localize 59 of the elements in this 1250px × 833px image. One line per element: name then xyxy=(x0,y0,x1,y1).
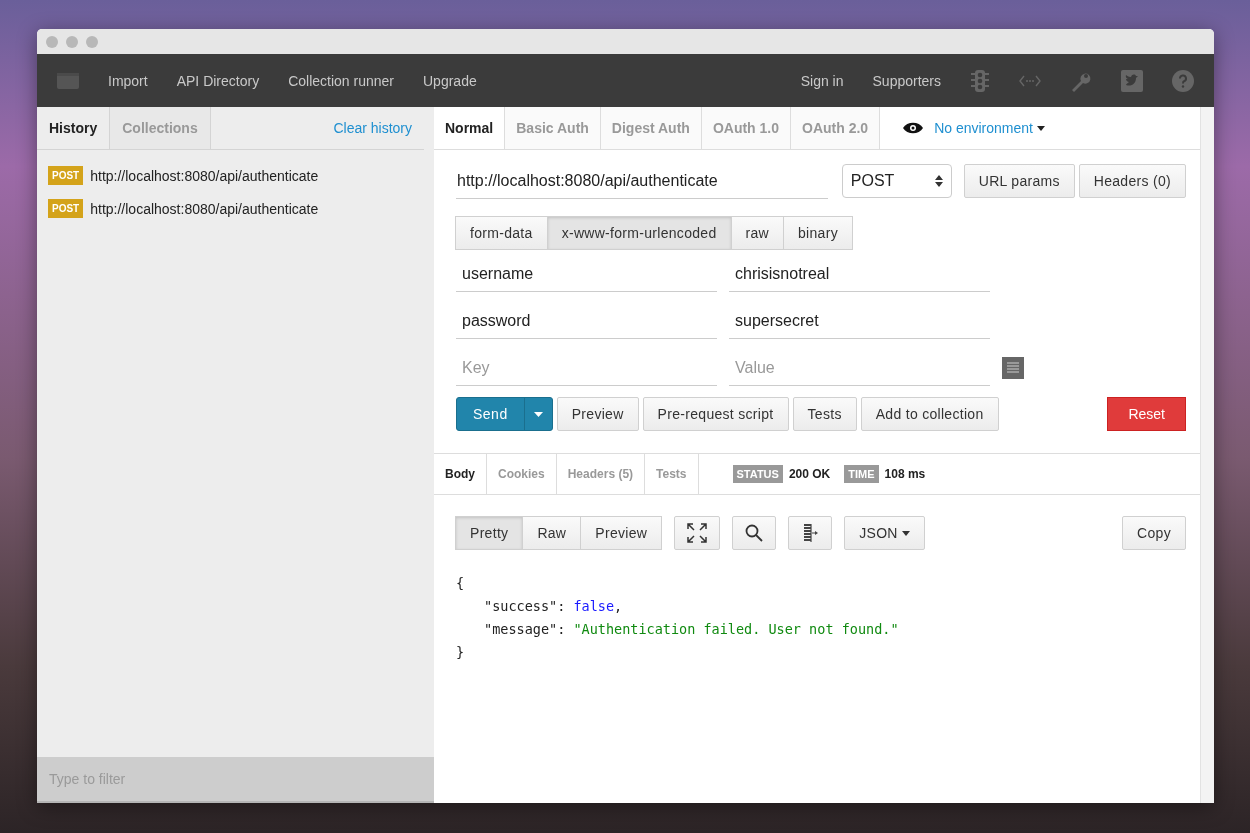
menu-item[interactable]: Collection runner xyxy=(288,72,394,89)
twitter-icon[interactable] xyxy=(1121,69,1143,92)
expand-icon xyxy=(687,523,708,543)
window-control[interactable] xyxy=(66,35,78,48)
body-type-tab[interactable]: x-www-form-urlencoded xyxy=(546,216,732,250)
request-button[interactable]: Headers (0) xyxy=(1078,164,1186,198)
wrap-lines-icon xyxy=(801,523,820,543)
help-icon[interactable] xyxy=(1172,69,1194,92)
eye-icon[interactable] xyxy=(902,121,925,135)
search-button[interactable] xyxy=(732,516,777,550)
status-label: STATUS xyxy=(732,465,783,483)
environment-dropdown[interactable]: No environment xyxy=(934,120,1045,136)
code-line: } xyxy=(456,643,466,662)
bulk-edit-icon[interactable] xyxy=(1002,357,1024,379)
time-value: 108 ms xyxy=(884,467,926,481)
history-item[interactable]: http://localhost:8080/api/authenticate xyxy=(90,167,319,184)
body-type-tab[interactable]: binary xyxy=(783,216,853,250)
caret-icon xyxy=(1036,125,1045,131)
menu-item[interactable]: Import xyxy=(108,72,148,89)
action-button[interactable]: Tests xyxy=(792,397,857,431)
body-type-tab[interactable]: raw xyxy=(730,216,784,250)
window-control[interactable] xyxy=(86,35,98,48)
action-button[interactable]: Add to collection xyxy=(860,397,999,431)
code-icon[interactable] xyxy=(1019,74,1041,87)
view-mode-tab[interactable]: Raw xyxy=(522,516,582,550)
caret-icon xyxy=(533,411,543,417)
code-line: { xyxy=(456,574,466,593)
response-tab[interactable]: Body xyxy=(434,454,487,494)
action-button[interactable]: Pre-request script xyxy=(642,397,789,431)
sidebar-toggle-icon[interactable] xyxy=(57,72,79,89)
menu-item[interactable]: Supporters xyxy=(872,72,941,89)
time-label: TIME xyxy=(844,465,879,483)
view-mode-tab[interactable]: Preview xyxy=(580,516,663,550)
view-mode-tab[interactable]: Pretty xyxy=(455,516,524,550)
copy-button[interactable]: Copy xyxy=(1122,516,1186,550)
action-button[interactable]: Preview xyxy=(556,397,639,431)
history-item[interactable]: http://localhost:8080/api/authenticate xyxy=(90,200,319,217)
send-button[interactable]: Send xyxy=(456,397,553,431)
search-icon xyxy=(745,524,764,542)
code-line: "success": false, xyxy=(483,597,624,616)
menu-item[interactable]: Upgrade xyxy=(423,72,477,89)
status-value: 200 OK xyxy=(788,467,831,481)
traffic-light-icon[interactable] xyxy=(970,68,990,93)
scrollbar[interactable] xyxy=(1200,107,1214,803)
request-button[interactable]: URL params xyxy=(963,164,1075,198)
menu-item[interactable]: API Directory xyxy=(176,72,260,89)
method-select[interactable]: POST xyxy=(841,164,952,198)
method-badge: POST xyxy=(48,199,84,218)
format-dropdown[interactable]: JSON xyxy=(844,516,925,550)
caret-icon xyxy=(901,530,910,536)
sort-arrows-icon xyxy=(934,175,943,187)
code-line: "message": "Authentication failed. User not found." xyxy=(483,620,900,639)
method-badge: POST xyxy=(48,166,84,185)
reset-button[interactable]: Reset xyxy=(1107,397,1186,431)
menu-item[interactable]: Sign in xyxy=(800,72,844,89)
body-type-tab[interactable]: form-data xyxy=(455,216,548,250)
window-control[interactable] xyxy=(46,35,58,48)
wrap-button[interactable] xyxy=(788,516,833,550)
fullscreen-button[interactable] xyxy=(674,516,721,550)
